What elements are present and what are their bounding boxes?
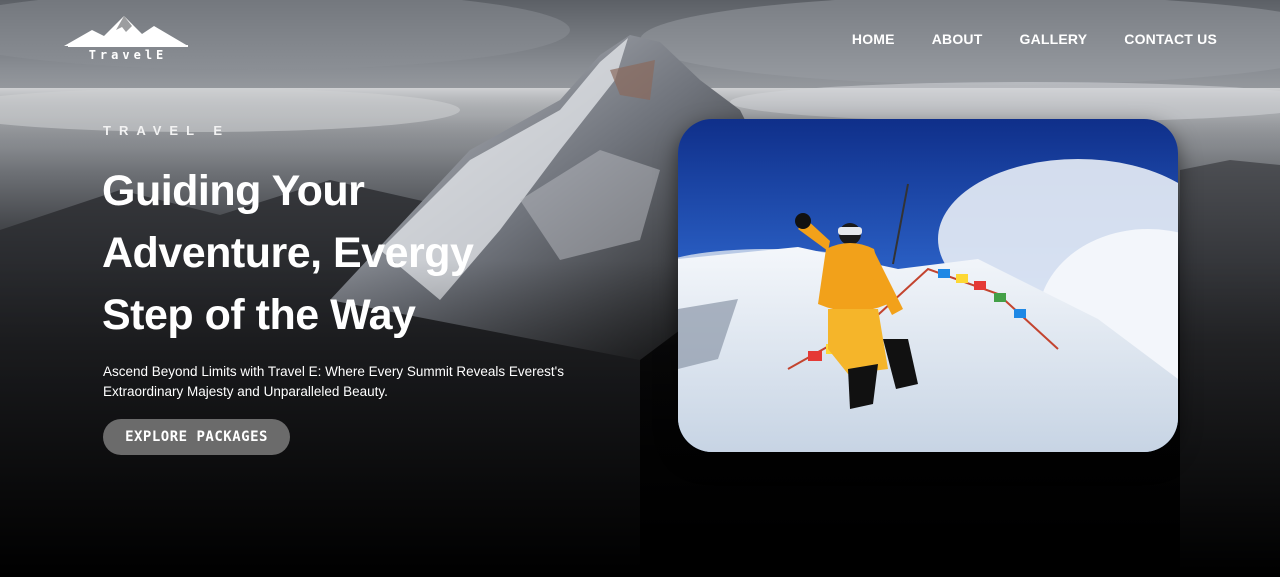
headline-line: Guiding Your <box>102 167 365 215</box>
hero-description: Ascend Beyond Limits with Travel E: Wher… <box>103 362 623 402</box>
headline-line: Step of the Way <box>102 291 416 339</box>
nav-about-link[interactable]: ABOUT <box>932 31 983 47</box>
nav-contact-link[interactable]: CONTACT US <box>1124 31 1217 47</box>
nav-gallery-link[interactable]: GALLERY <box>1019 31 1087 47</box>
headline-line: Adventure, Evergy <box>102 229 474 277</box>
summit-photo <box>678 119 1178 452</box>
main-nav: HOME ABOUT GALLERY CONTACT US <box>852 31 1217 47</box>
hero-eyebrow: TRAVEL E <box>103 123 231 138</box>
description-line: Ascend Beyond Limits with Travel E: Wher… <box>103 364 564 379</box>
brand-logo[interactable]: TravelE <box>62 12 192 66</box>
mountain-logo-icon <box>64 16 188 47</box>
hero-headline: Guiding Your Adventure, Evergy Step of t… <box>102 160 572 346</box>
explore-packages-button[interactable]: EXPLORE PACKAGES <box>103 419 290 455</box>
description-line: Extraordinary Majesty and Unparalleled B… <box>103 384 388 399</box>
nav-home-link[interactable]: HOME <box>852 31 895 47</box>
logo-text: TravelE <box>88 48 168 62</box>
